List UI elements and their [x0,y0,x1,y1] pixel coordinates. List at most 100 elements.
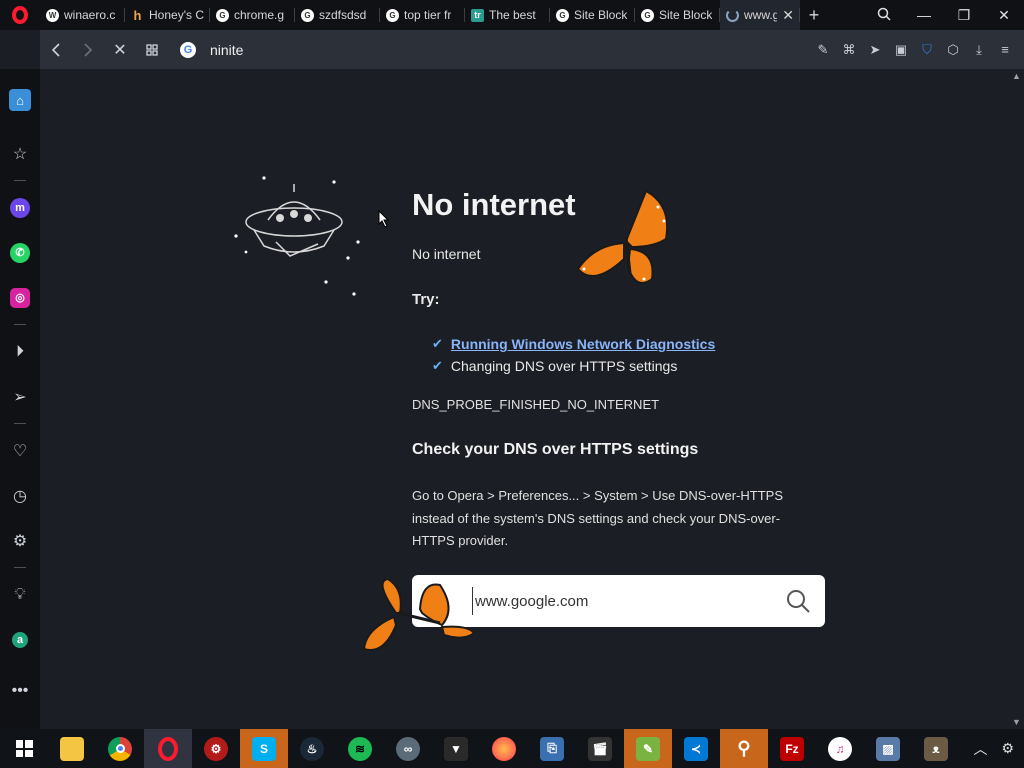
tab-honey[interactable]: h Honey's C [125,0,210,30]
tab-winaero[interactable]: W winaero.c [40,0,125,30]
taskbar-search-tool[interactable]: ⚲ [720,729,768,768]
camera-icon[interactable]: ⌘ [836,42,862,58]
sidebar-item-flow[interactable]: ➢ [0,374,40,419]
back-button[interactable] [40,30,72,69]
scroll-down-arrow-icon[interactable]: ▼ [1009,717,1024,727]
sidebar: ⌂ ☆ m ✆ ◎ ⏵ ➢ ♡ ◷ ⚙ 💡︎ a ••• [0,69,40,729]
taskbar-itunes[interactable]: ♫ [816,729,864,768]
sidebar-item-settings[interactable]: ⚙ [0,518,40,563]
history-clock-icon: ◷ [13,487,27,505]
taskbar-network-admin[interactable]: ⎘ [528,729,576,768]
tab-title: Site Block [574,8,628,22]
taskbar-file-explorer[interactable] [48,729,96,768]
dns-heading: Check your DNS over HTTPS settings [412,441,699,458]
page-title: No internet [412,187,576,222]
spotify-icon: ≋ [348,736,372,761]
extension-icon[interactable]: ▣ [888,42,914,58]
url-field[interactable]: G ninite [180,41,810,58]
tab-the-best[interactable]: tr The best [465,0,550,30]
taskbar-network-tool[interactable]: ∞ [384,729,432,768]
minimize-icon[interactable]: — [904,7,944,23]
taskbar-filezilla[interactable]: Fz [768,729,816,768]
honey-icon: h [133,7,142,23]
taskbar-skype[interactable]: S [240,729,288,768]
url-text[interactable]: ninite [210,42,243,58]
sidebar-item-pinboards[interactable]: ♡ [0,428,40,473]
taskbar-fox-app[interactable]: ▼ [432,729,480,768]
tray-settings-icon[interactable]: ⚙ [1001,740,1014,757]
cube-icon[interactable]: ⬡ [940,42,966,58]
taskbar-gimp[interactable]: ᴥ [912,729,960,768]
stop-loading-button[interactable]: ✕ [104,30,136,69]
taskbar-app-red[interactable]: ⚙ [192,729,240,768]
bookmark-icon: ☆ [12,145,28,163]
tab-close-icon[interactable]: ✕ [782,7,794,24]
search-icon[interactable] [785,588,811,614]
taskbar-chrome[interactable] [96,729,144,768]
tab-top-tier[interactable]: G top tier fr [380,0,465,30]
sidebar-item-player[interactable]: ⏵ [0,329,40,374]
site-block-icon: G [556,8,569,22]
taskbar-notepad[interactable]: ✎ [624,729,672,768]
start-button[interactable] [0,729,48,768]
suggestion-item: ✔ Changing DNS over HTTPS settings [432,358,677,374]
opera-menu-button[interactable] [0,0,40,30]
check-icon: ✔ [432,336,443,351]
tray-expand-icon[interactable]: ︿ [973,739,987,759]
tab-title: top tier fr [404,8,452,22]
tab-szdfsdsd[interactable]: G szdfsdsd [295,0,380,30]
tab-chrome[interactable]: G chrome.g [210,0,295,30]
search-input[interactable] [472,587,772,615]
forward-button[interactable] [72,30,104,69]
mouse-cursor-icon [378,210,390,228]
sidebar-item-tips[interactable]: 💡︎ [0,572,40,617]
sidebar-item-messenger[interactable]: m [0,185,40,230]
taskbar-vscode[interactable]: ≺ [672,729,720,768]
sidebar-more-button[interactable]: ••• [0,668,40,713]
check-icon: ✔ [432,358,443,373]
sidebar-item-home[interactable]: ⌂ [0,69,40,131]
filezilla-icon: Fz [780,736,804,761]
sidebar-item-aria[interactable]: a [0,617,40,662]
tab-title: The best [489,8,536,22]
offline-ufo-illustration [234,176,360,296]
taskbar-firefox[interactable] [480,729,528,768]
sidebar-item-instagram[interactable]: ◎ [0,275,40,320]
sidebar-divider [14,423,26,424]
tab-site-block-1[interactable]: G Site Block [550,0,635,30]
opera-icon [158,736,178,761]
taskbar-clapper[interactable]: 🎬︎ [576,729,624,768]
restore-icon[interactable]: ❐ [944,7,984,24]
vpn-shield-icon[interactable]: ⛉ [914,42,940,58]
taskbar-steam[interactable]: ♨ [288,729,336,768]
itunes-icon: ♫ [828,736,852,761]
page-subtitle: No internet [412,246,481,262]
heart-icon: ♡ [12,442,28,460]
tab-search-icon[interactable] [864,7,904,24]
tab-active[interactable]: www.g ✕ [720,0,800,30]
sidebar-item-whatsapp[interactable]: ✆ [0,230,40,275]
dns-instructions: Go to Opera > Preferences... > System > … [412,488,783,548]
new-tab-button[interactable]: + [800,5,828,26]
network-diagnostics-link[interactable]: Running Windows Network Diagnostics [451,336,715,352]
google-icon: G [180,41,196,58]
download-icon[interactable]: ⤓ [966,42,992,58]
tab-grid-icon[interactable] [136,30,168,69]
send-icon[interactable]: ➤ [862,42,888,58]
sidebar-item-history[interactable]: ◷ [0,473,40,518]
easy-setup-icon[interactable]: ≡ [992,42,1018,57]
messenger-icon: m [10,197,30,218]
taskbar-opera[interactable] [144,729,192,768]
taskbar-spotify[interactable]: ≋ [336,729,384,768]
google-icon: G [386,8,399,22]
edit-icon[interactable]: ✎ [810,42,836,58]
taskbar-image-editor[interactable]: ▨ [864,729,912,768]
tab-site-block-2[interactable]: G Site Block [635,0,720,30]
fox-icon: ▼ [444,736,468,761]
close-window-icon[interactable]: ✕ [984,7,1024,24]
vertical-scrollbar[interactable]: ▲ ▼ [1009,69,1024,729]
whatsapp-icon: ✆ [10,242,30,263]
magnifier-icon: ⚲ [737,738,751,758]
scroll-up-arrow-icon[interactable]: ▲ [1009,71,1024,81]
sidebar-item-bookmarks[interactable]: ☆ [0,131,40,176]
